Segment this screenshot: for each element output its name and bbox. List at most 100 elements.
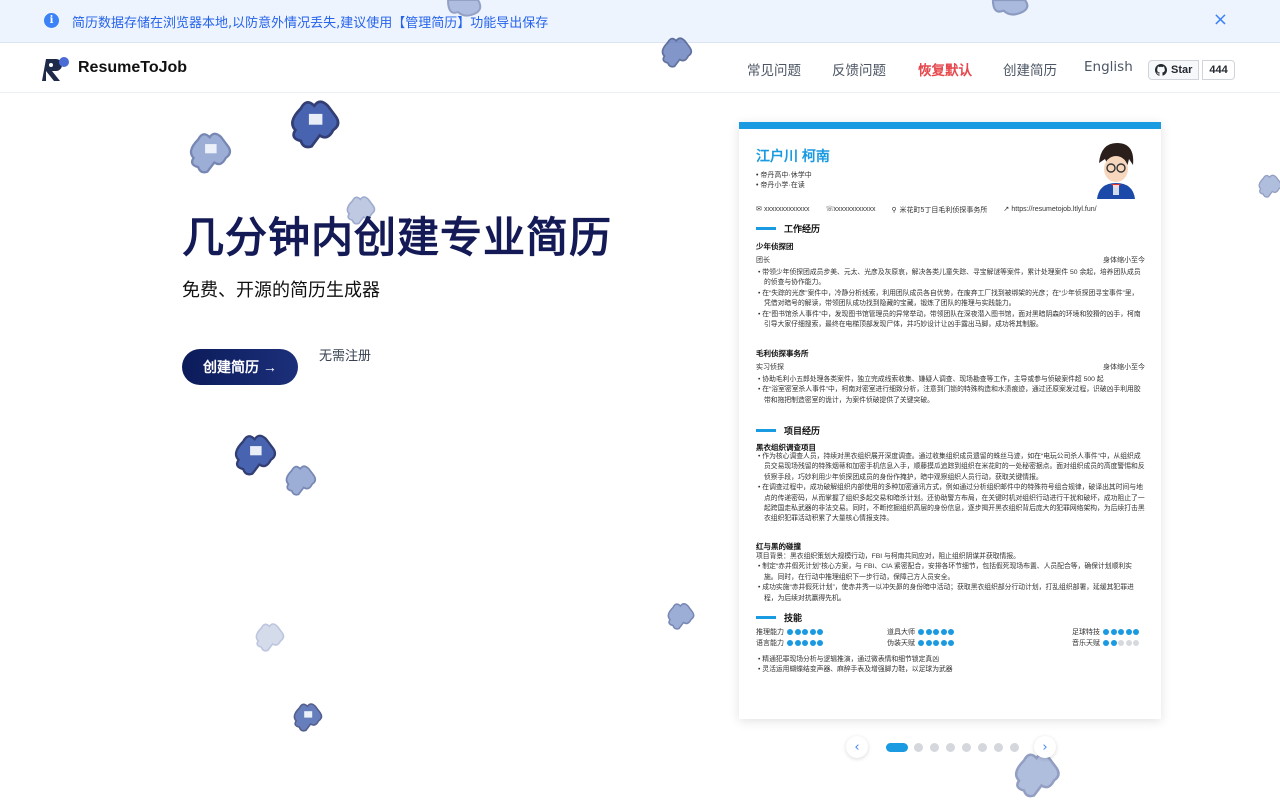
skill-item: 伪装天赋 — [887, 638, 954, 648]
skill-level-dot — [802, 629, 808, 635]
github-star-count[interactable]: 444 — [1202, 60, 1235, 80]
resume-line: • 帝丹小学·在读 — [756, 182, 805, 189]
carousel-dot[interactable] — [962, 743, 971, 752]
puzzle-piece-icon — [189, 132, 232, 174]
puzzle-piece-icon — [293, 703, 323, 732]
skill-level-dot — [933, 640, 939, 646]
puzzle-piece-icon — [255, 623, 285, 652]
email-icon: ✉ — [756, 206, 762, 213]
project-name: 红与黑的碰撞 — [756, 542, 801, 551]
puzzle-piece-icon — [446, 0, 482, 17]
skill-item: 语言能力 — [756, 638, 823, 648]
create-resume-button[interactable]: 创建简历 → — [182, 349, 298, 385]
carousel-dot[interactable] — [978, 743, 987, 752]
carousel-dot[interactable] — [946, 743, 955, 752]
top-header: ResumeToJob 常见问题 反馈问题 恢复默认 创建简历 English … — [0, 43, 1280, 93]
skill-level-dot — [1118, 629, 1124, 635]
skill-level-dot — [794, 629, 801, 635]
puzzle-piece-icon — [285, 465, 317, 496]
skill-level-dot — [817, 640, 823, 646]
skill-level-dot — [933, 629, 939, 635]
skill-level-dot — [787, 629, 793, 635]
project-bullets: • 作为核心调查人员，持续对黑衣组织展开深度调查。通过收集组织成员遗留的蛛丝马迹… — [758, 453, 1145, 523]
nav-reset-default[interactable]: 恢复默认 — [918, 59, 972, 79]
contact-email: ✉ xxxxxxxxxxxxx — [756, 206, 810, 213]
work-org: 少年侦探团 — [756, 242, 794, 251]
resume-line: • 帝丹高中·休学中 — [756, 172, 812, 179]
work-bullets: • 带领少年侦探团成员步美、元太、光彦及灰原哀，解决各类儿童失踪、寻宝解谜等案件… — [758, 269, 1141, 329]
resume-contacts: ✉ xxxxxxxxxxxxx ☏xxxxxxxxxxxx ⚲ 米花町5丁目毛利侦探… — [756, 205, 1097, 215]
nav-create-resume[interactable]: 创建简历 — [1003, 59, 1057, 79]
carousel-dot[interactable] — [930, 743, 939, 752]
resume-name: 江户川 柯南 — [756, 148, 830, 164]
nav-language-english[interactable]: English — [1084, 59, 1133, 75]
work-org: 毛利侦探事务所 — [756, 349, 809, 358]
storage-notice-bar: i 简历数据存储在浏览器本地,以防意外情况丢失,建议使用【管理简历】功能导出保存… — [0, 0, 1280, 43]
skill-notes: • 精通犯罪现场分析与逻辑推演，通过微表情和细节锁定真凶 • 灵活运用蝴蝶结变声… — [758, 656, 953, 674]
skill-item: 推理能力 — [756, 627, 823, 637]
avatar — [1097, 143, 1135, 199]
brand-logo[interactable]: ResumeToJob — [42, 53, 187, 83]
skill-level-dot — [1125, 629, 1132, 635]
hero-title: 几分钟内创建专业简历 — [182, 213, 613, 262]
skill-level-dot — [948, 640, 954, 646]
work-bullets: • 协助毛利小五郎处理各类案件，独立完成线索收集、嫌疑人调查、现场勘查等工作，主… — [758, 376, 1141, 404]
nav-feedback[interactable]: 反馈问题 — [832, 59, 886, 79]
skill-level-dot — [918, 640, 924, 646]
close-icon[interactable]: × — [1213, 10, 1228, 30]
puzzle-piece-icon — [234, 434, 277, 476]
logo-icon — [42, 57, 69, 81]
skill-level-dot — [809, 640, 816, 646]
puzzle-piece-icon — [667, 603, 695, 630]
puzzle-piece-icon — [1258, 174, 1280, 198]
skill-level-dot — [1110, 640, 1117, 646]
carousel-dot[interactable] — [1010, 743, 1019, 752]
skill-level-dot — [809, 629, 816, 635]
section-work: 工作经历 — [756, 222, 820, 235]
skill-level-dot — [1103, 640, 1109, 646]
nav-faq[interactable]: 常见问题 — [747, 59, 801, 79]
contact-website: ↗ https://resumetojob.ltlyl.fun/ — [1003, 206, 1097, 213]
skill-level-dot — [1110, 629, 1117, 635]
puzzle-piece-icon — [291, 100, 340, 149]
skill-level-dot — [1133, 629, 1139, 635]
carousel-dot[interactable] — [886, 743, 908, 752]
project-bullets: 项目背景：黑衣组织策划大规模行动，FBI 与柯南共同应对，阻止组织阴谋并获取情报… — [756, 553, 1134, 602]
hero-subtitle: 免费、开源的简历生成器 — [182, 280, 380, 301]
github-star-button[interactable]: Star — [1148, 60, 1200, 80]
skill-item: 足球特技 — [1072, 627, 1139, 637]
skill-level-dot — [1103, 629, 1109, 635]
resume-preview[interactable]: 江户川 柯南 • 帝丹高中·休学中 • 帝丹小学·在读 ✉ xxxxxxxxxxx… — [739, 122, 1161, 719]
contact-phone: ☏xxxxxxxxxxxx — [825, 206, 876, 213]
skill-level-dot — [787, 640, 793, 646]
puzzle-piece-icon — [991, 0, 1029, 16]
resume-template-carousel: ‹ › — [846, 732, 1064, 760]
skill-item: 音乐天赋 — [1072, 638, 1139, 648]
chevron-left-icon[interactable]: ‹ — [846, 736, 868, 758]
chevron-right-icon[interactable]: › — [1034, 736, 1056, 758]
brand-name: ResumeToJob — [78, 59, 188, 76]
skill-level-dot — [817, 629, 823, 635]
skill-level-dot — [802, 640, 808, 646]
skill-level-dot — [948, 629, 954, 635]
skill-level-dot — [918, 629, 924, 635]
skill-level-dot — [925, 640, 932, 646]
skill-level-dot — [794, 640, 801, 646]
skill-level-dot — [940, 629, 947, 635]
skill-level-dot — [1125, 640, 1132, 646]
skill-level-dot — [940, 640, 947, 646]
carousel-dot[interactable] — [994, 743, 1003, 752]
github-icon — [1155, 64, 1167, 76]
info-icon: i — [44, 13, 59, 28]
skill-level-dot — [1118, 640, 1124, 646]
github-star-label: Star — [1171, 64, 1193, 76]
phone-icon: ☏ — [825, 206, 835, 213]
skill-level-dot — [925, 629, 932, 635]
work-role-row: 实习侦探 身体缩小至今 — [756, 364, 1145, 371]
puzzle-piece-icon — [661, 37, 693, 68]
carousel-dot[interactable] — [914, 743, 923, 752]
location-icon: ⚲ — [891, 207, 897, 214]
github-star-widget[interactable]: Star 444 — [1148, 60, 1235, 80]
skill-item: 道具大师 — [887, 627, 954, 637]
contact-address: ⚲ 米花町5丁目毛利侦探事务所 — [891, 207, 988, 214]
